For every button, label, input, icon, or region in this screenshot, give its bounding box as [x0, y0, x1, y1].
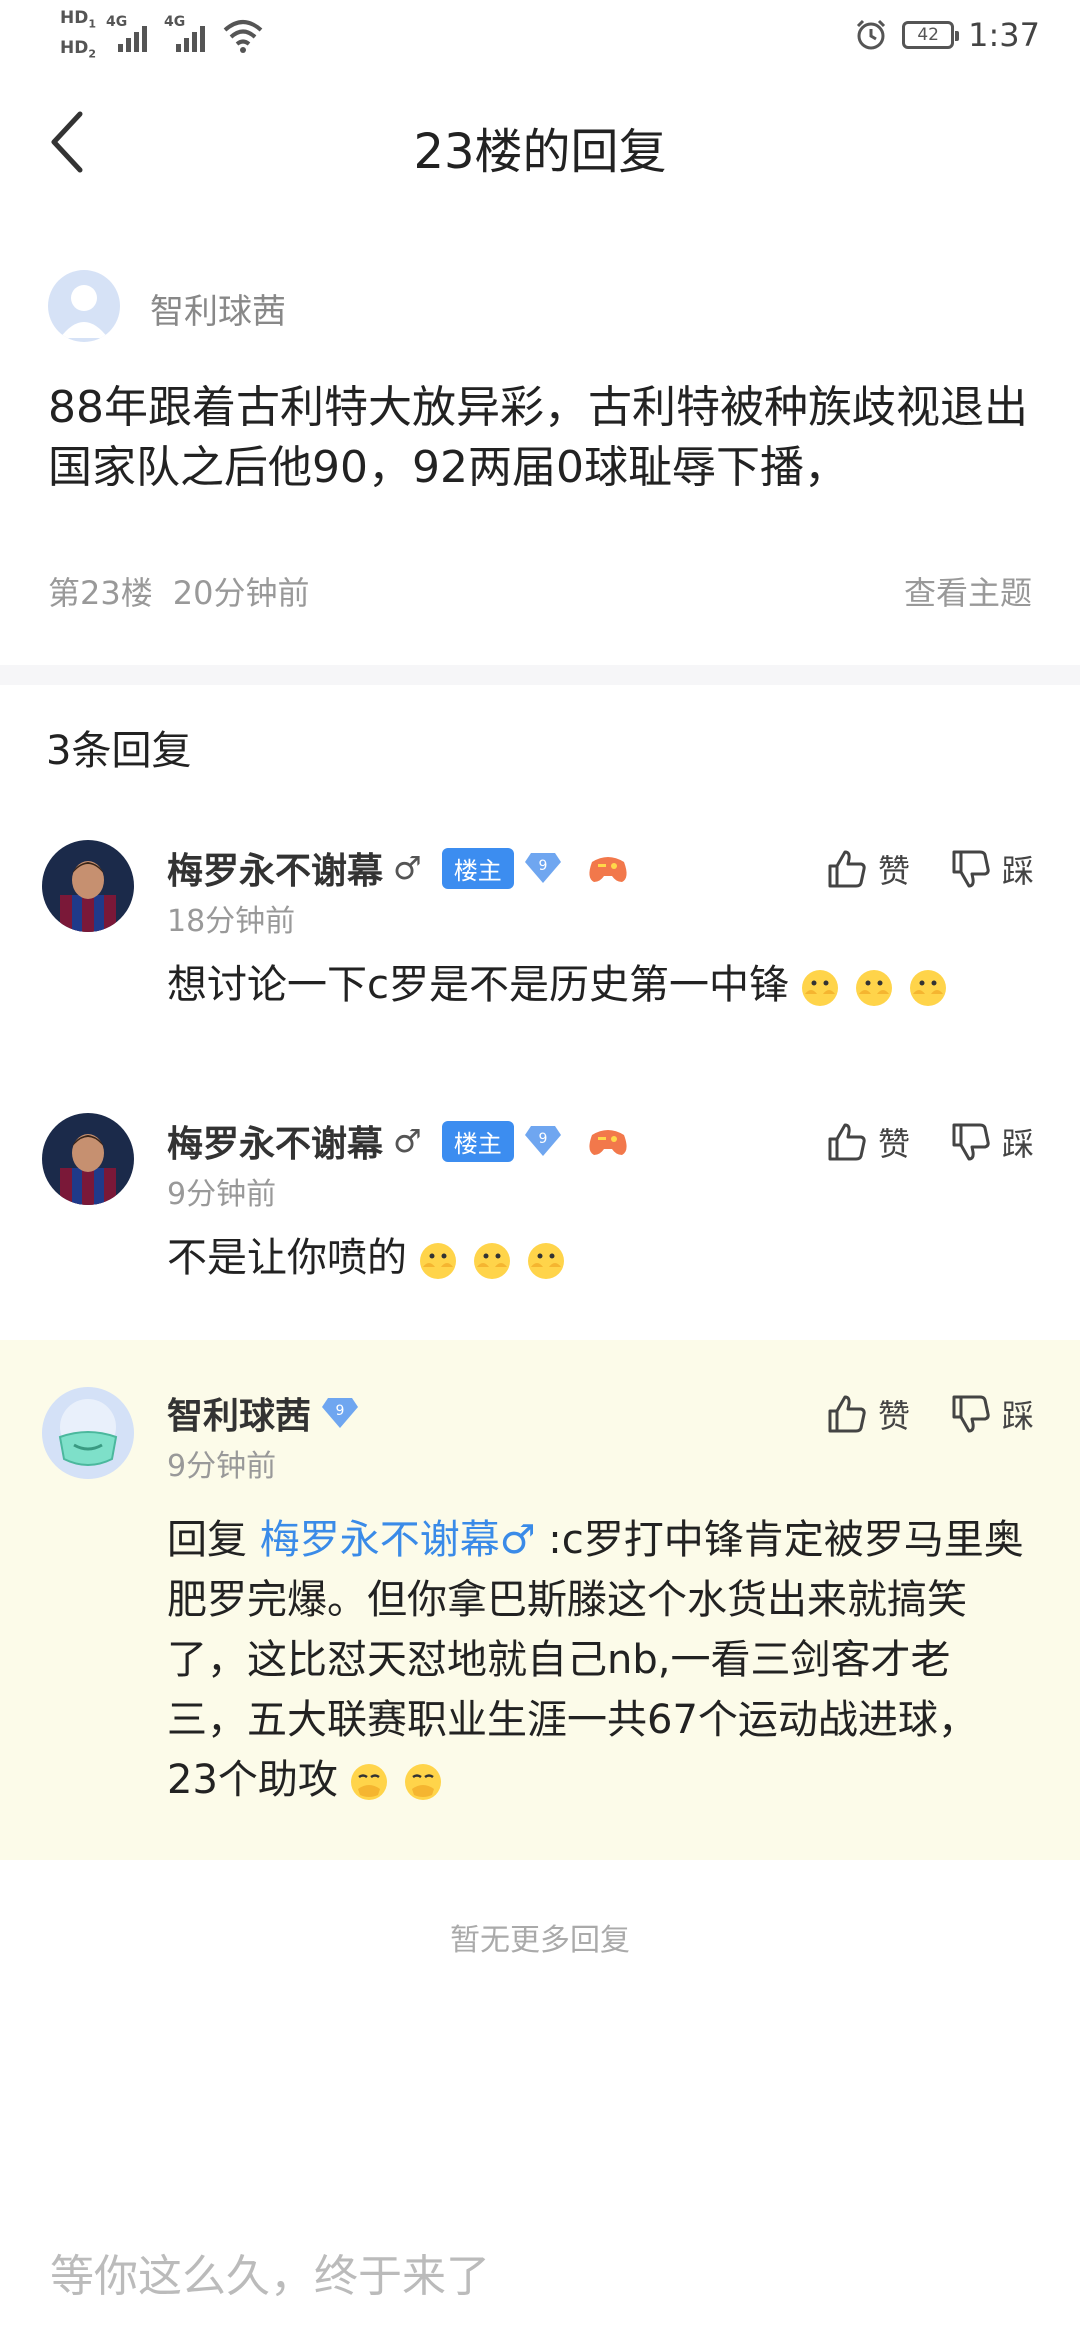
thumbs-down-icon	[952, 1395, 990, 1433]
post-author[interactable]: 智利球茜	[150, 284, 286, 333]
hd-indicator-2: HD2	[60, 38, 96, 61]
comment-input[interactable]: 等你这么久，终于来了	[50, 2240, 490, 2304]
reply-author[interactable]: 梅罗永不谢幕	[167, 1115, 383, 1167]
post-meta: 第23楼 20分钟前	[48, 568, 309, 614]
post-time: 20分钟前	[172, 574, 310, 612]
emoji-icon	[528, 1243, 564, 1279]
user-photo-icon	[42, 840, 134, 932]
svg-text:9: 9	[336, 1403, 345, 1419]
floor-number: 第23楼	[48, 574, 153, 612]
thumbs-down-icon	[952, 850, 990, 888]
app-header: 23楼的回复	[0, 80, 1080, 210]
owner-badge: 楼主	[441, 847, 514, 889]
gamepad-icon	[589, 857, 627, 882]
reply-text: 回复 梅罗永不谢幕♂ :c罗打中锋肯定被罗马里奥肥罗完爆。但你拿巴斯滕这个水货出…	[167, 1517, 1024, 1803]
svg-text:9: 9	[538, 1131, 547, 1147]
reply-item: 梅罗永不谢幕 ♂ 楼主 9 9分钟前 不是让你喷的 赞 踩	[0, 1113, 1080, 1313]
original-post: 智利球茜 88年跟着古利特大放异彩，古利特被种族歧视退出国家队之后他90，92两…	[0, 240, 1080, 660]
no-more-replies: 暂无更多回复	[450, 1923, 630, 1958]
avatar[interactable]	[42, 840, 134, 932]
reply-author[interactable]: 梅罗永不谢幕	[167, 842, 383, 894]
section-divider	[0, 665, 1080, 685]
avatar[interactable]	[42, 1113, 134, 1205]
reply-time: 9分钟前	[167, 1449, 277, 1484]
emoji-icon	[420, 1243, 456, 1279]
dislike-button[interactable]: 踩	[950, 1391, 1034, 1437]
reply-text: 不是让你喷的	[167, 1228, 1027, 1288]
clock: 1:37	[968, 16, 1040, 54]
masked-avatar-icon	[42, 1387, 134, 1479]
gender-male-icon: ♂	[393, 1122, 422, 1160]
post-body: 88年跟着古利特大放异彩，古利特被种族歧视退出国家队之后他90，92两届0球耻辱…	[48, 382, 1028, 493]
signal-icon-1: 4G	[106, 8, 154, 54]
user-photo-icon	[42, 1113, 134, 1205]
emoji-icon	[474, 1243, 510, 1279]
default-avatar-icon	[60, 285, 108, 338]
emoji-icon	[856, 970, 892, 1006]
emoji-icon	[404, 1764, 441, 1800]
thumbs-up-icon	[828, 1123, 866, 1161]
mention-link[interactable]: 梅罗永不谢幕♂	[260, 1517, 536, 1563]
emoji-icon	[802, 970, 838, 1006]
reply-item: 智利球茜 9 9分钟前 回复 梅罗永不谢幕♂ :c罗打中锋肯定被罗马里奥肥罗完爆…	[0, 1385, 1080, 1845]
view-topic-link[interactable]: 查看主题	[904, 568, 1032, 614]
gamepad-icon	[589, 1130, 627, 1155]
avatar[interactable]	[42, 1387, 134, 1479]
emoji-icon	[910, 970, 946, 1006]
wifi-icon	[223, 20, 263, 53]
page-title: 23楼的回复	[413, 124, 667, 180]
owner-badge: 楼主	[441, 1120, 514, 1162]
avatar[interactable]	[48, 270, 120, 342]
hd-indicator-1: HD1	[60, 8, 96, 31]
reply-author[interactable]: 智利球茜	[167, 1387, 311, 1439]
like-button[interactable]: 赞	[826, 846, 910, 892]
level-badge-icon: 9	[524, 1126, 561, 1156]
level-badge-icon: 9	[322, 1398, 359, 1428]
like-button[interactable]: 赞	[826, 1391, 910, 1437]
svg-text:9: 9	[538, 858, 547, 874]
emoji-icon	[350, 1764, 387, 1800]
alarm-icon	[857, 19, 886, 50]
signal-icon-2: 4G	[164, 8, 212, 54]
thumbs-up-icon	[828, 850, 866, 888]
gender-male-icon: ♂	[393, 849, 422, 887]
thumbs-up-icon	[828, 1395, 866, 1433]
reply-count: 3条回复	[46, 728, 192, 774]
reply-text: 想讨论一下c罗是不是历史第一中锋	[167, 955, 1027, 1015]
battery-indicator: 42	[902, 21, 960, 49]
dislike-button[interactable]: 踩	[950, 846, 1034, 892]
level-badge-icon: 9	[524, 853, 561, 883]
reply-time: 9分钟前	[167, 1177, 277, 1212]
reply-item: 梅罗永不谢幕 ♂ 楼主 9 18分钟前 想讨论一下c罗是不是历史第一中锋 赞 踩	[0, 840, 1080, 1040]
dislike-button[interactable]: 踩	[950, 1119, 1034, 1165]
thumbs-down-icon	[952, 1123, 990, 1161]
reply-time: 18分钟前	[167, 904, 296, 939]
status-bar: HD1 HD2 4G 4G 42 1:37	[0, 0, 1080, 72]
like-button[interactable]: 赞	[826, 1119, 910, 1165]
